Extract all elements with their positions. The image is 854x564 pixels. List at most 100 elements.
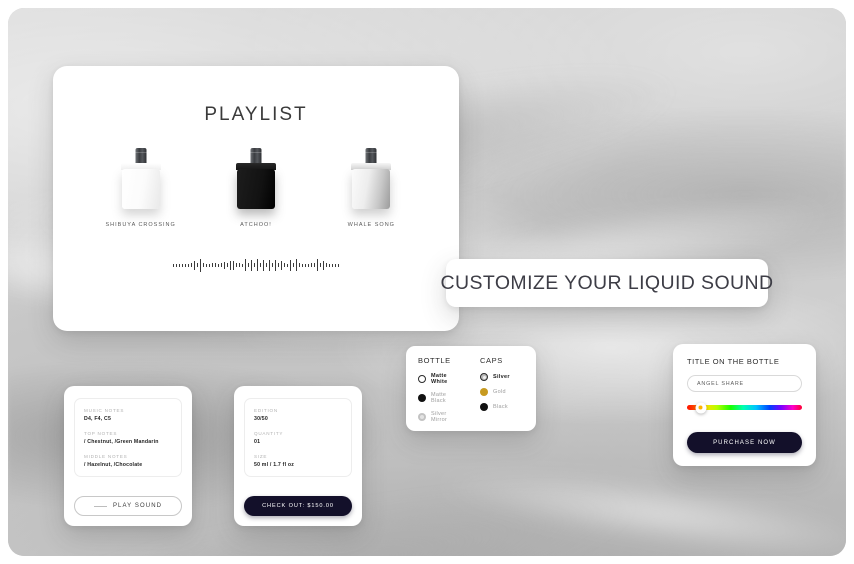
- waveform-bar: [308, 263, 309, 267]
- bottle-label: WHALE SONG: [347, 222, 395, 228]
- bottle-title-card: TITLE ON THE BOTTLE ANGEL SHARE PURCHASE…: [673, 344, 816, 466]
- app-stage: PLAYLIST SHIBUYA CROSSING ATCHOO! WHALE …: [8, 8, 846, 556]
- waveform-bar: [233, 260, 234, 270]
- waveform-bar: [248, 263, 249, 267]
- swatch-matte-white-icon: [418, 375, 426, 383]
- checkout-label: CHECK OUT: $150.00: [262, 503, 334, 509]
- waveform-bar: [215, 263, 216, 267]
- waveform-bar: [272, 263, 273, 267]
- cap-option-silver[interactable]: Silver: [480, 373, 524, 381]
- bottle-options-heading: BOTTLE: [418, 356, 451, 365]
- bottle-gallery: SHIBUYA CROSSING ATCHOO! WHALE SONG: [83, 148, 429, 228]
- swatch-silver-icon: [480, 373, 488, 381]
- play-sound-label: PLAY SOUND: [112, 503, 163, 509]
- waveform-bar: [314, 263, 315, 267]
- waveform-bar: [200, 258, 201, 272]
- bottle-options-column: BOTTLE Matte White Matte Black Silver Mi…: [418, 356, 462, 430]
- bottle-label: ATCHOO!: [240, 222, 272, 228]
- option-label: Matte White: [431, 373, 448, 385]
- top-notes-label: TOP NOTES: [84, 431, 118, 436]
- bottle-render-silver-mirror: [348, 148, 394, 210]
- purchase-now-button[interactable]: PURCHASE NOW: [687, 432, 802, 453]
- audio-waveform[interactable]: [89, 256, 423, 274]
- bottle-option-silver-mirror[interactable]: Silver Mirror: [418, 411, 462, 423]
- bottle-option-matte-white[interactable]: Matte White: [418, 373, 462, 385]
- caps-options-column: CAPS Silver Gold Black: [480, 356, 524, 430]
- swatch-silver-mirror-icon: [418, 413, 426, 421]
- checkout-button[interactable]: CHECK OUT: $150.00: [244, 496, 352, 516]
- waveform-bar: [320, 263, 321, 267]
- middle-notes-label: MIDDLE NOTES: [84, 454, 128, 459]
- bottle-body: [121, 169, 160, 209]
- waveform-bar: [302, 263, 303, 267]
- size-label: SIZE: [254, 454, 268, 459]
- waveform-bar: [206, 263, 207, 267]
- waveform-bar: [239, 263, 240, 267]
- waveform-bar: [269, 259, 270, 271]
- waveform-bar: [197, 263, 198, 267]
- waveform-bar: [230, 260, 231, 270]
- sound-wave-icon: [93, 505, 107, 507]
- waveform-bar: [254, 263, 255, 267]
- customize-banner: CUSTOMIZE YOUR LIQUID SOUND: [441, 259, 773, 307]
- fragrance-notes-card: MUSIC NOTES D4, F4, C5 TOP NOTES / Chest…: [64, 386, 192, 526]
- waveform-bar: [182, 263, 183, 267]
- waveform-bar: [251, 259, 252, 271]
- bottle-label: SHIBUYA CROSSING: [105, 222, 176, 228]
- bottle-option-whale-song[interactable]: WHALE SONG: [319, 148, 423, 228]
- waveform-bar: [266, 263, 267, 267]
- bottle-body: [352, 169, 391, 209]
- waveform-bar: [335, 263, 336, 267]
- edition-label: EDITION: [254, 408, 278, 413]
- waveform-bar: [323, 260, 324, 270]
- option-label: Silver Mirror: [431, 411, 448, 423]
- waveform-bar: [242, 263, 243, 267]
- bottle-title-input[interactable]: ANGEL SHARE: [687, 375, 802, 392]
- option-label: Silver: [493, 374, 510, 380]
- liquid-color-slider[interactable]: [687, 402, 802, 413]
- play-sound-button[interactable]: PLAY SOUND: [74, 496, 182, 516]
- color-slider-handle[interactable]: [695, 402, 707, 413]
- waveform-bar: [305, 263, 306, 267]
- waveform-bar: [257, 259, 258, 271]
- waveform-bar: [329, 263, 330, 267]
- bottle-option-atchoo[interactable]: ATCHOO!: [204, 148, 308, 228]
- bottle-option-shibuya-crossing[interactable]: SHIBUYA CROSSING: [89, 148, 193, 228]
- material-options-card: BOTTLE Matte White Matte Black Silver Mi…: [406, 346, 536, 431]
- swatch-gold-icon: [480, 388, 488, 396]
- cap-option-black[interactable]: Black: [480, 403, 524, 411]
- playlist-card: PLAYLIST SHIBUYA CROSSING ATCHOO! WHALE …: [53, 66, 459, 331]
- waveform-bar: [311, 263, 312, 267]
- purchase-now-label: PURCHASE NOW: [713, 439, 776, 446]
- waveform-bar: [188, 263, 189, 267]
- music-notes-value: D4, F4, C5: [84, 416, 112, 422]
- waveform-bar: [191, 263, 192, 267]
- waveform-bar: [293, 263, 294, 267]
- quantity-value: 01: [254, 439, 261, 445]
- waveform-bar: [338, 263, 339, 267]
- waveform-bar: [218, 263, 219, 267]
- waveform-bar: [185, 263, 186, 267]
- waveform-bar: [260, 263, 261, 267]
- bottle-render-matte-black: [233, 148, 279, 210]
- waveform-bar: [245, 259, 246, 271]
- waveform-bar: [284, 263, 285, 267]
- slider-handle-core-icon: [698, 405, 703, 410]
- waveform-bar: [263, 259, 264, 271]
- bottle-body: [236, 169, 275, 209]
- top-notes-value: / Chestnut, /Green Mandarin: [84, 439, 159, 445]
- waveform-bar: [176, 263, 177, 267]
- edition-value: 30/50: [254, 416, 268, 422]
- bottle-render-matte-white: [118, 148, 164, 210]
- waveform-bar: [317, 259, 318, 271]
- waveform-bar: [326, 263, 327, 267]
- waveform-bar: [290, 259, 291, 271]
- option-label: Black: [493, 404, 508, 410]
- waveform-bar: [194, 260, 195, 270]
- waveform-bar: [179, 263, 180, 267]
- waveform-bar: [224, 261, 225, 269]
- bottle-option-matte-black[interactable]: Matte Black: [418, 392, 462, 404]
- size-value: 50 ml / 1.7 fl oz: [254, 462, 295, 468]
- waveform-bar: [203, 263, 204, 267]
- cap-option-gold[interactable]: Gold: [480, 388, 524, 396]
